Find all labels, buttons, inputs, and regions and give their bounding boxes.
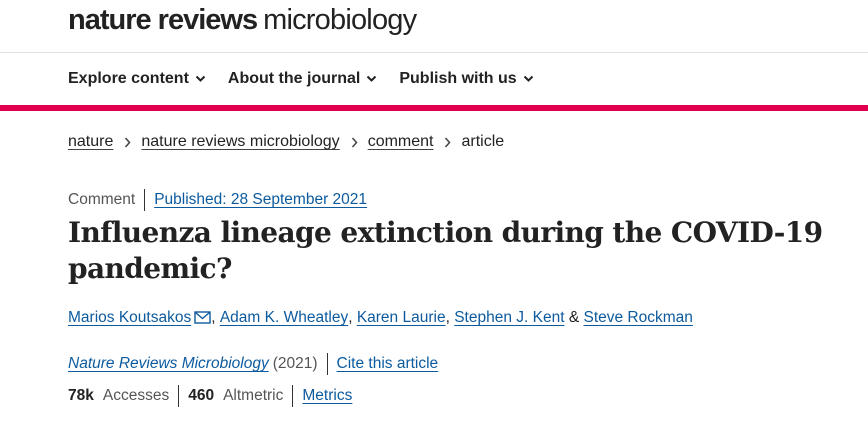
accesses-count: 78k [68, 387, 94, 404]
metrics-link[interactable]: Metrics [302, 387, 352, 405]
chevron-right-icon [124, 137, 131, 148]
publication-year: (2021) [272, 355, 318, 372]
chevron-down-icon [523, 75, 533, 82]
metrics-row: 78k Accesses 460 Altmetric Metrics [68, 385, 352, 407]
breadcrumb-nature[interactable]: nature [68, 133, 113, 151]
mail-icon[interactable] [194, 311, 211, 325]
breadcrumb: nature nature reviews microbiology comme… [68, 133, 504, 151]
divider [326, 353, 328, 375]
article-type: Comment [68, 191, 136, 208]
article-title: Influenza lineage extinction during the … [68, 216, 823, 285]
author-link[interactable]: Karen Laurie [357, 309, 446, 327]
author-link[interactable]: Adam K. Wheatley [220, 309, 348, 327]
author-separator: , [348, 309, 353, 326]
author-link[interactable]: Steve Rockman [583, 309, 692, 327]
chevron-down-icon [367, 75, 377, 82]
header-divider [0, 52, 868, 53]
author-link[interactable]: Marios Koutsakos [68, 309, 191, 327]
nav-publish-with-us[interactable]: Publish with us [399, 70, 533, 88]
nav-label: About the journal [227, 70, 361, 87]
author-list: Marios Koutsakos , Adam K. Wheatley , Ka… [68, 309, 693, 327]
author-link[interactable]: Stephen J. Kent [454, 309, 564, 327]
published-date-link[interactable]: Published: 28 September 2021 [154, 191, 367, 209]
logo-journal-name: microbiology [263, 4, 417, 36]
cite-this-article-link[interactable]: Cite this article [337, 355, 439, 373]
nav-about-the-journal[interactable]: About the journal [228, 70, 377, 88]
divider [178, 385, 180, 407]
chevron-right-icon [351, 137, 358, 148]
article-meta: Comment Published: 28 September 2021 [68, 189, 367, 211]
altmetric-label: Altmetric [223, 387, 284, 404]
chevron-right-icon [444, 137, 451, 148]
nav-explore-content[interactable]: Explore content [68, 70, 206, 88]
journal-logo[interactable]: nature reviews microbiology [68, 4, 417, 44]
chevron-down-icon [195, 75, 206, 82]
nav-label: Explore content [68, 70, 189, 87]
breadcrumb-comment[interactable]: comment [368, 133, 434, 151]
author-separator: , [211, 309, 216, 326]
accesses-label: Accesses [102, 387, 170, 404]
citation-row: Nature Reviews Microbiology (2021) Cite … [68, 353, 438, 375]
author-separator: , [445, 309, 450, 326]
journal-link[interactable]: Nature Reviews Microbiology [68, 355, 269, 373]
nav-label: Publish with us [399, 70, 517, 87]
altmetric-count: 460 [188, 387, 215, 404]
author-final-joiner: & [568, 309, 580, 326]
divider [292, 385, 294, 407]
logo-brand: nature reviews [68, 4, 258, 36]
divider [144, 189, 146, 211]
main-nav: Explore content About the journal Publis… [68, 70, 556, 88]
accent-bar [0, 105, 868, 111]
breadcrumb-journal[interactable]: nature reviews microbiology [141, 133, 339, 151]
breadcrumb-current: article [461, 133, 505, 150]
